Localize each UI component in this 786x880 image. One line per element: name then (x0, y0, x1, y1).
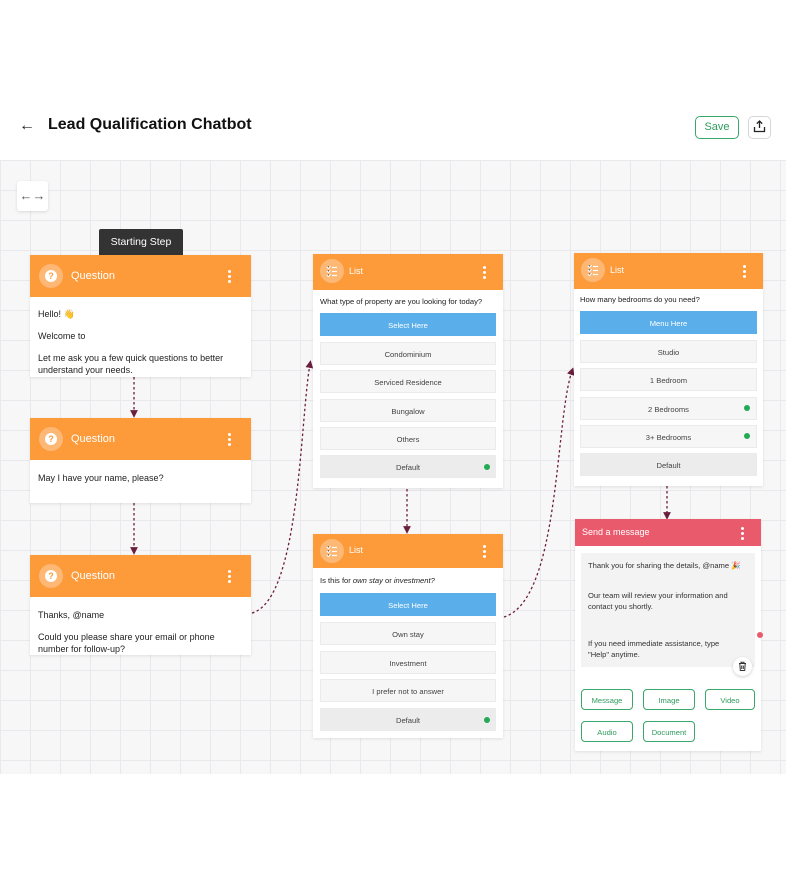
node-title: Question (71, 570, 116, 582)
message-line: Could you please share your email or pho… (38, 632, 215, 642)
list-option[interactable]: Condominium (320, 342, 496, 365)
list-icon (581, 258, 605, 282)
connection-dot[interactable] (744, 405, 750, 411)
list-option-default[interactable]: Default (320, 708, 496, 731)
more-options-icon[interactable] (743, 265, 747, 280)
list-option[interactable]: Others (320, 427, 496, 450)
list-question: What type of property are you looking fo… (320, 297, 483, 306)
node-title: List (610, 265, 625, 275)
list-node-2[interactable]: List Is this for own stay or investment?… (313, 534, 503, 738)
question-node-1[interactable]: ? Question Hello! 👋 Welcome to Let me as… (30, 255, 251, 377)
add-message-button[interactable]: Message (581, 689, 633, 710)
list-node-header: List (313, 254, 503, 290)
starting-step-label: Starting Step (99, 229, 183, 255)
list-option[interactable]: Bungalow (320, 399, 496, 422)
question-mark-icon: ? (39, 564, 63, 588)
message-line: If you need immediate assistance, type (588, 639, 720, 648)
connection-dot[interactable] (484, 717, 490, 723)
add-image-button[interactable]: Image (643, 689, 695, 710)
message-line: understand your needs. (38, 365, 133, 375)
list-option-default[interactable]: Default (320, 455, 496, 478)
question-node-3[interactable]: ? Question Thanks, @name Could you pleas… (30, 555, 251, 655)
list-option[interactable]: Serviced Residence (320, 370, 496, 393)
message-text-box[interactable]: Thank you for sharing the details, @name… (581, 553, 755, 667)
list-icon (320, 539, 344, 563)
message-line: "Help" anytime. (588, 650, 640, 659)
node-title: List (349, 266, 364, 276)
page-title: Lead Qualification Chatbot (48, 116, 252, 133)
list-option-default[interactable]: Default (580, 453, 757, 476)
send-message-header: Send a message (575, 519, 761, 546)
question-node-header: ? Question (30, 255, 251, 297)
question-mark-icon: ? (39, 427, 63, 451)
node-title: Send a message (582, 527, 650, 537)
question-node-header: ? Question (30, 418, 251, 460)
list-option[interactable]: I prefer not to answer (320, 679, 496, 702)
more-options-icon[interactable] (228, 570, 232, 585)
menu-here-button[interactable]: Menu Here (580, 311, 757, 334)
back-arrow-icon[interactable]: ← (17, 116, 37, 136)
add-video-button[interactable]: Video (705, 689, 755, 710)
more-options-icon[interactable] (483, 266, 487, 281)
more-options-icon[interactable] (228, 433, 232, 448)
list-node-header: List (313, 534, 503, 568)
message-line: Our team will review your information an… (588, 591, 728, 600)
list-option[interactable]: Own stay (320, 622, 496, 645)
trash-icon[interactable] (733, 657, 752, 676)
list-option[interactable]: Studio (580, 340, 757, 363)
expand-arrows-icon[interactable]: ←→ (17, 181, 48, 211)
list-icon (320, 259, 344, 283)
list-option[interactable]: Investment (320, 651, 496, 674)
question-mark-icon: ? (39, 264, 63, 288)
message-line: Thanks, @name (38, 610, 105, 620)
message-line: contact you shortly. (588, 602, 653, 611)
add-audio-button[interactable]: Audio (581, 721, 633, 742)
add-document-button[interactable]: Document (643, 721, 695, 742)
connection-dot[interactable] (484, 464, 490, 470)
list-option[interactable]: 2 Bedrooms (580, 397, 757, 420)
select-here-button[interactable]: Select Here (320, 593, 496, 616)
message-line: Hello! 👋 (38, 309, 75, 319)
more-options-icon[interactable] (741, 527, 745, 542)
more-options-icon[interactable] (228, 270, 232, 285)
list-question: Is this for own stay or investment? (320, 576, 435, 585)
send-message-node[interactable]: Send a message Thank you for sharing the… (575, 519, 761, 751)
list-question: How many bedrooms do you need? (580, 295, 700, 304)
list-node-1[interactable]: List What type of property are you looki… (313, 254, 503, 488)
save-button[interactable]: Save (695, 116, 739, 139)
list-option[interactable]: 3+ Bedrooms (580, 425, 757, 448)
message-line: Welcome to (38, 331, 86, 341)
list-node-header: List (574, 253, 763, 289)
node-title: Question (71, 433, 116, 445)
share-upload-icon[interactable] (748, 116, 771, 139)
message-line: Thank you for sharing the details, @name… (588, 561, 741, 570)
top-bar: ← Lead Qualification Chatbot Save (0, 0, 786, 160)
list-option[interactable]: 1 Bedroom (580, 368, 757, 391)
connection-dot[interactable] (757, 632, 763, 638)
connection-dot[interactable] (744, 433, 750, 439)
message-line: May I have your name, please? (38, 473, 164, 483)
list-node-3[interactable]: List How many bedrooms do you need? Menu… (574, 253, 763, 486)
node-title: List (349, 545, 364, 555)
message-line: Let me ask you a few quick questions to … (38, 353, 224, 363)
question-node-header: ? Question (30, 555, 251, 597)
select-here-button[interactable]: Select Here (320, 313, 496, 336)
question-node-2[interactable]: ? Question May I have your name, please? (30, 418, 251, 503)
message-line: number for follow-up? (38, 644, 126, 654)
node-title: Question (71, 270, 116, 282)
more-options-icon[interactable] (483, 545, 487, 560)
